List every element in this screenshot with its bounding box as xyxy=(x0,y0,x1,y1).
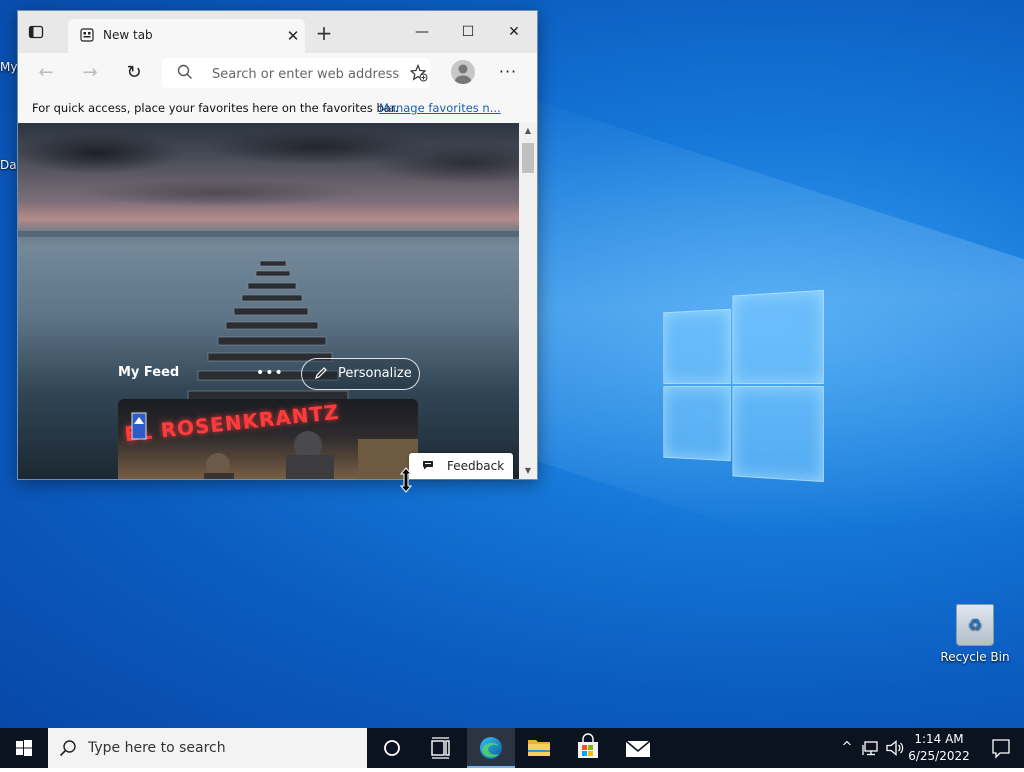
feedback-button[interactable]: Feedback xyxy=(409,453,513,479)
taskbar-edge-button[interactable] xyxy=(467,728,515,768)
page-scrollbar[interactable]: ▲ ▼ xyxy=(519,123,537,479)
taskbar-file-explorer-button[interactable] xyxy=(515,728,563,768)
search-icon xyxy=(59,740,76,757)
action-center-button[interactable] xyxy=(978,728,1024,768)
taskbar: Type here to search ^ 1:14 AM 6/25/2022 xyxy=(0,728,1024,768)
person-icon xyxy=(455,64,471,84)
network-icon[interactable] xyxy=(862,738,882,758)
address-bar[interactable] xyxy=(162,58,430,88)
personalize-button[interactable]: Personalize xyxy=(301,358,420,390)
minimize-button[interactable]: — xyxy=(407,19,437,45)
news-card-photo xyxy=(131,412,418,479)
volume-icon[interactable] xyxy=(885,738,905,758)
edge-browser-icon xyxy=(480,737,502,759)
personalize-label: Personalize xyxy=(338,366,412,381)
manage-favorites-link[interactable]: Manage favorites n... xyxy=(379,101,501,115)
scroll-down-arrow-icon[interactable]: ▼ xyxy=(519,463,537,479)
notification-icon xyxy=(992,739,1010,759)
page-settings-button[interactable]: ••• xyxy=(256,365,284,381)
address-input[interactable] xyxy=(210,62,404,86)
scroll-up-arrow-icon[interactable]: ▲ xyxy=(519,123,537,139)
add-favorite-icon[interactable] xyxy=(410,64,428,82)
desktop-icon-label-partial[interactable]: My xyxy=(0,60,17,74)
feedback-label: Feedback xyxy=(447,459,505,473)
cortana-button[interactable] xyxy=(368,728,416,768)
taskbar-store-button[interactable] xyxy=(564,728,612,768)
new-tab-button[interactable]: + xyxy=(312,22,336,44)
tab-bar: New tab ✕ + — ☐ ✕ xyxy=(18,11,537,53)
tab-close-button[interactable]: ✕ xyxy=(281,25,305,47)
new-tab-page-icon xyxy=(80,28,94,42)
settings-more-button[interactable]: ··· xyxy=(496,61,520,85)
new-tab-page-background: My Feed ••• Personalize EL ROSENKRANTZ xyxy=(18,123,519,479)
favorites-bar-message: For quick access, place your favorites h… xyxy=(32,101,399,115)
task-view-icon xyxy=(431,737,450,759)
profile-avatar[interactable] xyxy=(451,60,475,84)
browser-toolbar: ← → ↻ ··· xyxy=(18,53,537,93)
clock-date: 6/25/2022 xyxy=(908,749,970,763)
show-hidden-icons-chevron-icon[interactable]: ^ xyxy=(837,738,857,758)
task-view-button[interactable] xyxy=(416,728,464,768)
my-feed-title[interactable]: My Feed xyxy=(118,365,179,380)
tab-title: New tab xyxy=(103,28,153,42)
favorites-bar: For quick access, place your favorites h… xyxy=(18,93,537,124)
windows-start-icon xyxy=(16,740,32,756)
edge-browser-window: New tab ✕ + — ☐ ✕ ← → ↻ Search or enter … xyxy=(17,10,538,480)
clock-time: 1:14 AM xyxy=(914,732,964,746)
maximize-button[interactable]: ☐ xyxy=(453,19,483,45)
close-window-button[interactable]: ✕ xyxy=(499,19,529,45)
search-icon xyxy=(177,64,192,79)
background-clouds xyxy=(18,123,519,213)
taskbar-clock[interactable]: 1:14 AM 6/25/2022 xyxy=(905,731,973,765)
recycle-bin-desktop-icon[interactable]: Recycle Bin xyxy=(940,604,1010,664)
taskbar-mail-button[interactable] xyxy=(613,728,661,768)
microsoft-store-icon xyxy=(578,733,598,758)
news-feed-card[interactable]: EL ROSENKRANTZ xyxy=(118,399,418,479)
taskbar-search-box[interactable]: Type here to search xyxy=(48,728,367,768)
pencil-icon xyxy=(315,367,327,379)
cortana-circle-icon xyxy=(384,740,400,756)
tab-new-tab[interactable]: New tab ✕ xyxy=(68,19,305,53)
forward-button[interactable]: → xyxy=(78,61,102,85)
recycle-bin-icon xyxy=(956,604,994,646)
mail-icon xyxy=(625,740,651,757)
windows-logo-wallpaper xyxy=(663,289,824,483)
refresh-button[interactable]: ↻ xyxy=(122,61,146,85)
scrollbar-thumb[interactable] xyxy=(522,143,534,173)
desktop-icon-label-partial[interactable]: Da xyxy=(0,158,17,172)
taskbar-search-text: Type here to search xyxy=(88,740,226,756)
resize-vertical-cursor-icon xyxy=(399,467,413,493)
tab-actions-icon[interactable] xyxy=(28,24,44,40)
background-horizon xyxy=(18,231,519,237)
folder-icon xyxy=(528,740,550,756)
recycle-bin-label: Recycle Bin xyxy=(940,650,1010,664)
feedback-chat-icon xyxy=(423,461,433,470)
back-button[interactable]: ← xyxy=(34,61,58,85)
start-button[interactable] xyxy=(0,728,48,768)
